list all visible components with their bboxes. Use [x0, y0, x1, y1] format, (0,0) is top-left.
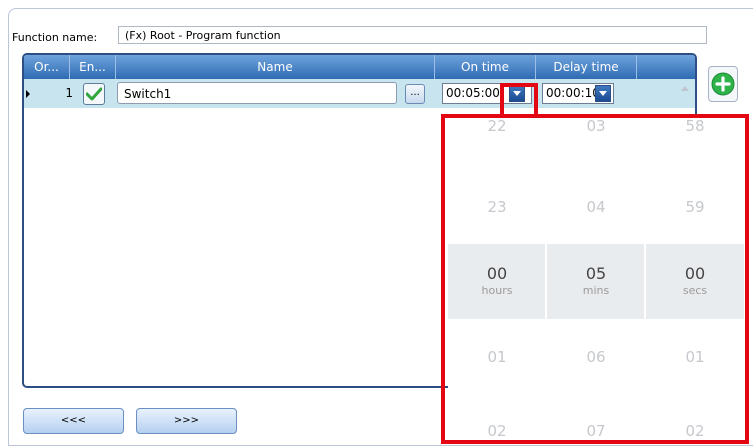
column-order[interactable]: Or... [24, 55, 70, 79]
picker-highlight-box [441, 114, 749, 444]
function-name-label: Function name: [12, 31, 98, 44]
next-page-button[interactable]: >>> [136, 408, 237, 434]
row-selector-icon [26, 90, 30, 98]
column-delay-time[interactable]: Delay time [536, 55, 637, 79]
grid-header: Or... En... Name On time Delay time [24, 55, 695, 79]
column-spacer [637, 55, 695, 79]
function-name-field[interactable]: (Fx) Root - Program function [118, 26, 707, 44]
browse-button[interactable]: ... [405, 84, 425, 104]
column-name[interactable]: Name [116, 55, 435, 79]
delay-time-input[interactable]: 00:00:10 [542, 83, 614, 104]
scroll-up-icon[interactable] [679, 81, 691, 103]
table-row[interactable]: 1 Switch1 ... 00:05:00 00:00:10 [24, 79, 695, 108]
add-icon [711, 72, 735, 96]
chevron-down-icon [599, 91, 607, 96]
previous-page-button[interactable]: <<< [23, 408, 124, 434]
add-row-button[interactable] [708, 66, 738, 102]
dropdown-highlight-box [500, 83, 538, 118]
row-name-input[interactable]: Switch1 [117, 82, 397, 104]
delay-time-dropdown-button[interactable] [595, 85, 611, 102]
column-enabled[interactable]: En... [70, 55, 116, 79]
on-time-value: 00:05:00 [446, 86, 500, 100]
enabled-checkbox[interactable] [83, 83, 105, 105]
row-order: 1 [65, 86, 73, 100]
column-on-time[interactable]: On time [435, 55, 536, 79]
checkmark-icon [86, 87, 102, 101]
delay-time-value: 00:00:10 [546, 86, 600, 100]
